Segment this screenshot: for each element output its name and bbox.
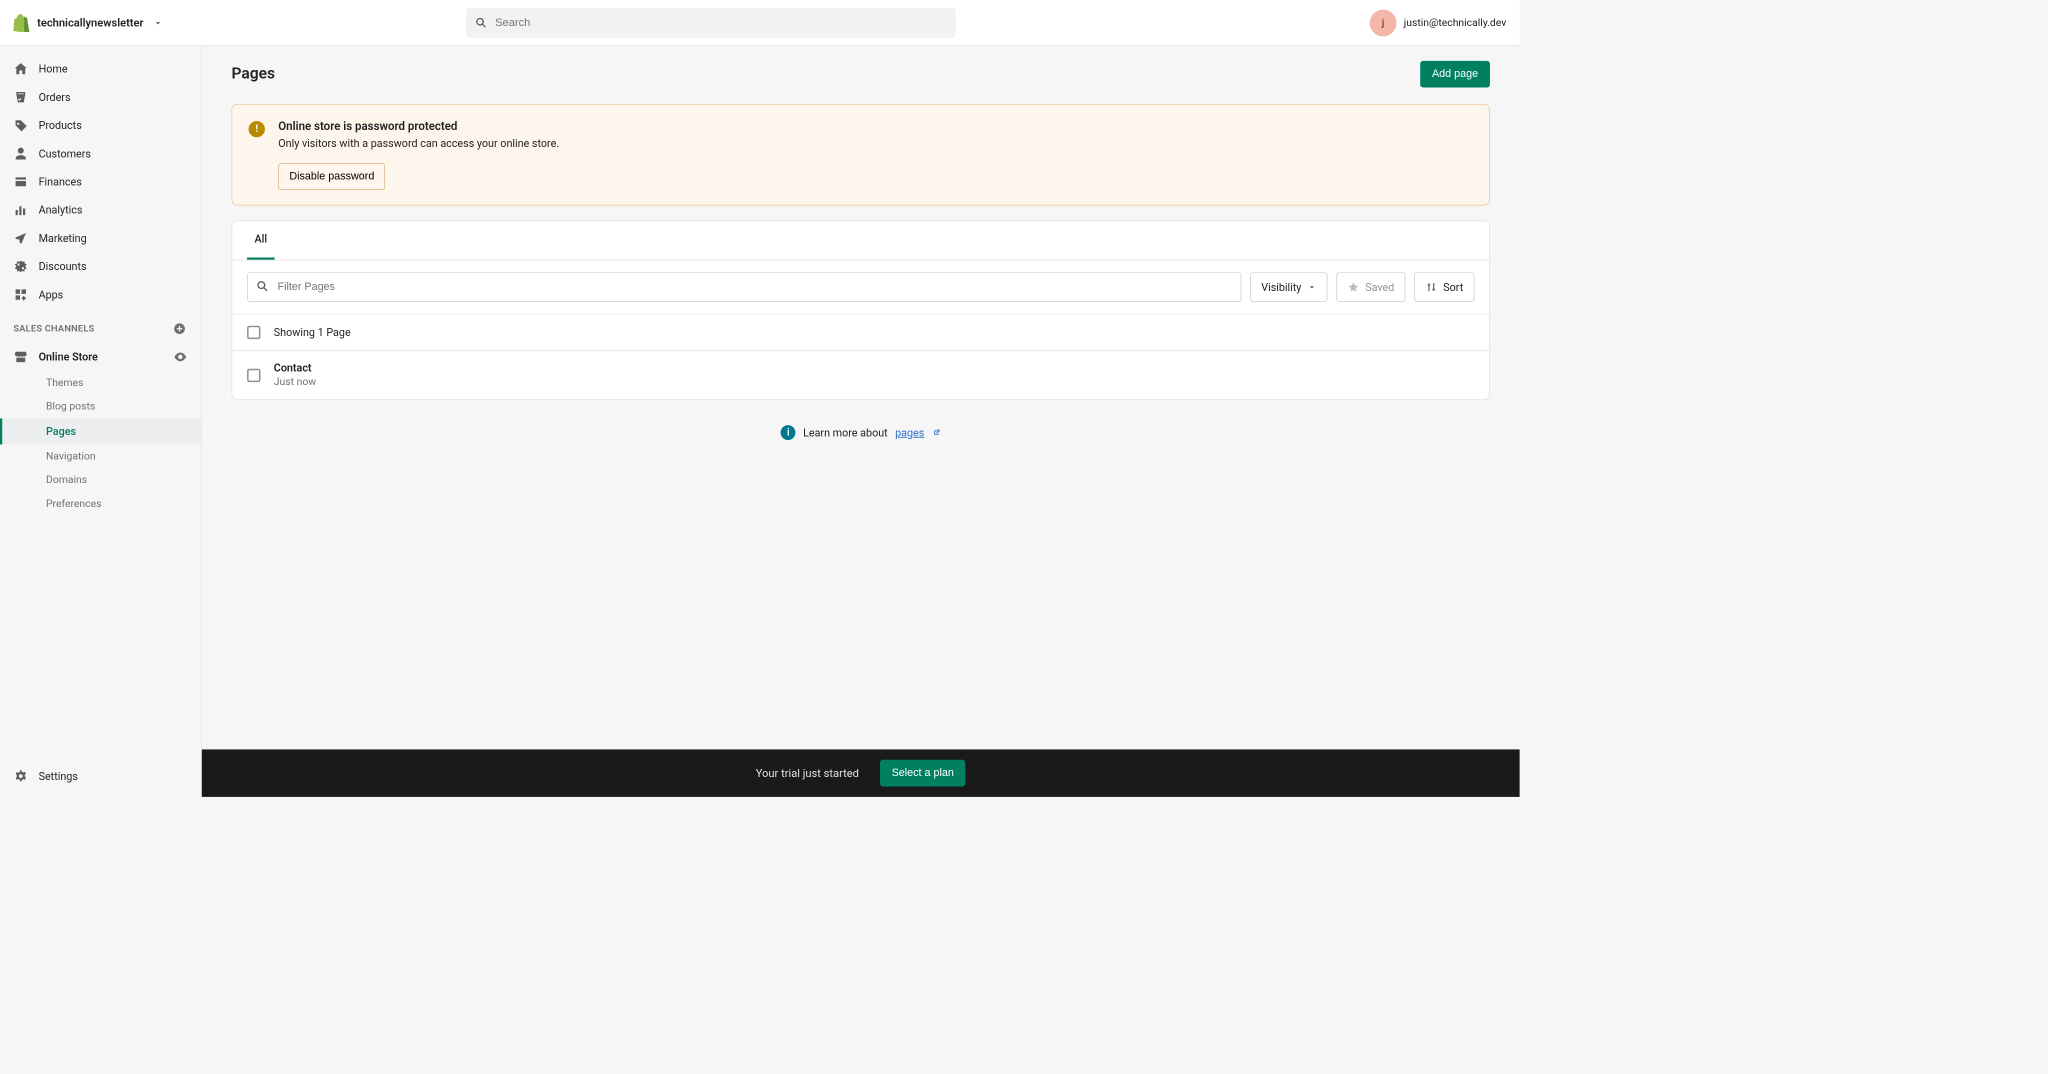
gear-icon — [13, 769, 28, 784]
add-page-button[interactable]: Add page — [1420, 61, 1490, 88]
customers-icon — [13, 146, 28, 161]
nav-navigation[interactable]: Navigation — [0, 444, 201, 468]
filter-pages[interactable] — [247, 272, 1241, 302]
nav-customers[interactable]: Customers — [0, 139, 201, 167]
sidebar: Home Orders Products Customers Finances … — [0, 46, 202, 797]
store-switcher[interactable]: technicallynewsletter — [13, 14, 162, 32]
nav-marketing[interactable]: Marketing — [0, 224, 201, 252]
banner-title: Online store is password protected — [278, 119, 559, 132]
saved-filter[interactable]: Saved — [1336, 272, 1405, 302]
tab-all[interactable]: All — [247, 221, 274, 260]
list-summary: Showing 1 Page — [274, 326, 351, 339]
nav-apps[interactable]: Apps — [0, 280, 201, 308]
learn-more: i Learn more about pages — [232, 400, 1490, 465]
trial-text: Your trial just started — [756, 766, 859, 779]
password-banner: ! Online store is password protected Onl… — [232, 104, 1490, 206]
star-icon — [1347, 281, 1359, 293]
user-email: justin@technically.dev — [1404, 17, 1506, 29]
nav-orders[interactable]: Orders — [0, 83, 201, 111]
nav-discounts[interactable]: Discounts — [0, 252, 201, 280]
list-summary-row: Showing 1 Page — [232, 314, 1489, 350]
nav-finances[interactable]: Finances — [0, 168, 201, 196]
learn-more-text: Learn more about — [803, 426, 888, 439]
nav-domains[interactable]: Domains — [0, 468, 201, 492]
row-title: Contact — [274, 362, 316, 375]
row-subtitle: Just now — [274, 376, 316, 388]
avatar: j — [1370, 9, 1397, 36]
orders-icon — [13, 90, 28, 105]
nav-preferences[interactable]: Preferences — [0, 492, 201, 516]
search-input[interactable] — [495, 16, 947, 29]
info-icon: i — [781, 425, 796, 440]
nav-products[interactable]: Products — [0, 111, 201, 139]
top-bar: technicallynewsletter j justin@technical… — [0, 0, 1520, 46]
external-link-icon — [932, 428, 941, 437]
chevron-down-icon — [154, 18, 163, 27]
main-content: Pages Add page ! Online store is passwor… — [202, 46, 1520, 797]
tabs: All — [232, 221, 1489, 260]
select-plan-button[interactable]: Select a plan — [880, 760, 966, 787]
chevron-down-icon — [1307, 283, 1316, 292]
pages-card: All Visibility Saved — [232, 220, 1490, 400]
learn-more-link[interactable]: pages — [895, 426, 924, 439]
apps-icon — [13, 287, 28, 302]
global-search[interactable] — [466, 8, 956, 38]
disable-password-button[interactable]: Disable password — [278, 163, 385, 190]
sort-icon — [1425, 281, 1437, 293]
discounts-icon — [13, 259, 28, 274]
warning-icon: ! — [249, 121, 265, 137]
nav-home[interactable]: Home — [0, 55, 201, 83]
banner-body: Only visitors with a password can access… — [278, 137, 559, 150]
nav-online-store[interactable]: Online Store — [0, 343, 201, 371]
page-row[interactable]: Contact Just now — [232, 350, 1489, 399]
page-title: Pages — [232, 65, 276, 83]
filter-input[interactable] — [247, 272, 1241, 302]
nav-pages[interactable]: Pages — [0, 418, 201, 444]
nav-themes[interactable]: Themes — [0, 371, 201, 395]
sort-button[interactable]: Sort — [1414, 272, 1474, 302]
eye-icon[interactable] — [173, 349, 188, 364]
shopify-logo-icon — [13, 14, 29, 32]
finances-icon — [13, 174, 28, 189]
visibility-filter[interactable]: Visibility — [1250, 272, 1327, 302]
analytics-icon — [13, 203, 28, 218]
nav-settings[interactable]: Settings — [0, 762, 201, 797]
search-icon — [475, 16, 488, 29]
nav-blog-posts[interactable]: Blog posts — [0, 395, 201, 419]
account-menu[interactable]: j justin@technically.dev — [1370, 9, 1507, 36]
section-sales-channels: SALES CHANNELS — [0, 309, 201, 343]
select-all-checkbox[interactable] — [247, 326, 260, 339]
home-icon — [13, 62, 28, 77]
add-channel-icon[interactable] — [173, 322, 186, 335]
search-icon — [256, 280, 269, 293]
store-name: technicallynewsletter — [37, 16, 143, 29]
row-checkbox[interactable] — [247, 368, 260, 381]
trial-bar: Your trial just started Select a plan — [202, 749, 1520, 796]
marketing-icon — [13, 231, 28, 246]
nav-analytics[interactable]: Analytics — [0, 196, 201, 224]
products-icon — [13, 118, 28, 133]
store-icon — [13, 349, 28, 364]
